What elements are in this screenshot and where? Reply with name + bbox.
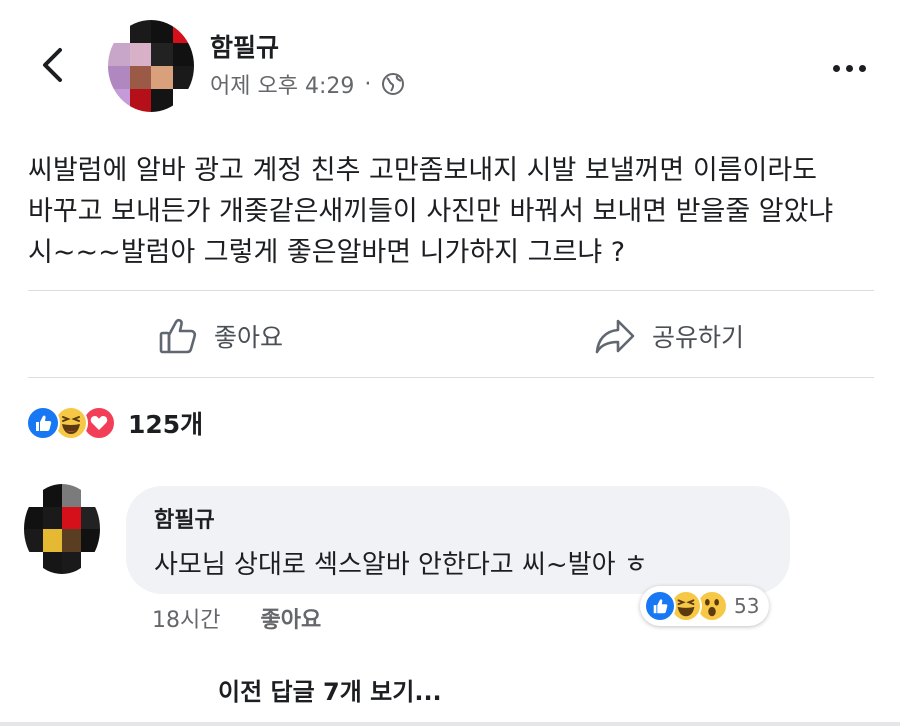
author-avatar[interactable] [108, 20, 194, 112]
reaction-count: 125개 [128, 410, 204, 439]
post-timestamp[interactable]: 어제 오후 4:29 [210, 68, 354, 100]
comment-reaction-count: 53 [734, 594, 760, 618]
share-button[interactable]: 공유하기 [594, 306, 744, 366]
divider [28, 290, 874, 291]
chevron-left-icon [43, 48, 62, 82]
meta-separator: · [364, 71, 372, 97]
comment-author-name[interactable]: 함필규 [154, 502, 762, 534]
more-options-button[interactable] [826, 56, 872, 80]
share-label: 공유하기 [652, 323, 745, 352]
dot-icon [858, 64, 866, 72]
divider [28, 377, 874, 378]
like-icon [644, 590, 676, 622]
dot-icon [845, 64, 853, 72]
comment-like-button[interactable]: 좋아요 [260, 602, 321, 634]
bottom-divider [0, 722, 900, 726]
view-previous-replies-link[interactable]: 이전 답글 7개 보기... [218, 672, 442, 707]
like-label: 좋아요 [214, 323, 284, 352]
globe-icon [382, 73, 405, 95]
post-body-text: 씨발럼에 알바 광고 계정 친추 고만좀보내지 시발 보낼꺼면 이름이라도 바꾸… [28, 155, 834, 268]
comment-text: 사모님 상대로 섹스알바 안한다고 씨~발아 ㅎ [154, 550, 648, 580]
like-icon [26, 406, 60, 440]
comment-bubble: 함필규 사모님 상대로 섹스알바 안한다고 씨~발아 ㅎ [126, 486, 790, 594]
reactions-summary[interactable]: 125개 [26, 404, 203, 442]
commenter-avatar[interactable] [24, 484, 100, 574]
dot-icon [832, 64, 840, 72]
comment-time[interactable]: 18시간 [152, 602, 220, 634]
share-arrow-icon [595, 319, 635, 354]
post-meta: 어제 오후 4:29 · [210, 68, 405, 100]
post-author-name[interactable]: 함필규 [210, 28, 279, 64]
comment-meta: 18시간 좋아요 [152, 602, 321, 634]
thumbs-up-icon [159, 318, 197, 354]
like-button[interactable]: 좋아요 [158, 306, 283, 366]
comment-reactions[interactable]: 53 [640, 586, 770, 626]
back-button[interactable] [34, 42, 70, 88]
post-header: 함필규 어제 오후 4:29 · [0, 0, 900, 130]
